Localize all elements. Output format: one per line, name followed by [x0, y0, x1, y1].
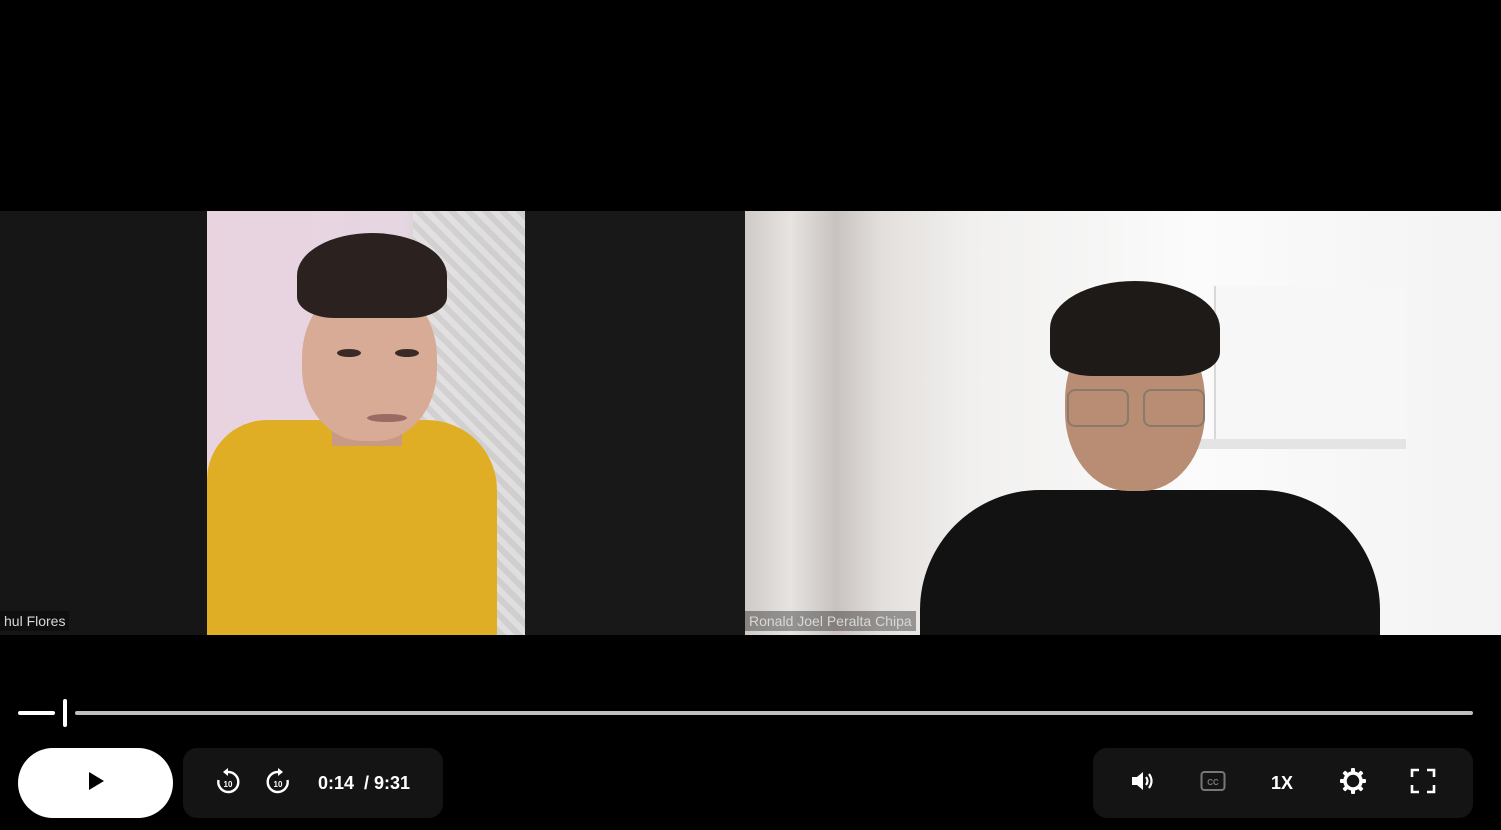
captions-icon: CC — [1200, 770, 1226, 797]
background-cabinet — [1214, 286, 1406, 446]
participant-hair — [1050, 281, 1220, 376]
playback-controls-right: CC 1X — [1093, 748, 1473, 818]
participant-name-label: hul Flores — [0, 611, 70, 631]
progress-track[interactable] — [75, 711, 1473, 715]
rewind-10-icon: 10 — [215, 767, 241, 800]
duration: / 9:31 — [364, 772, 411, 793]
playback-speed-button[interactable]: 1X — [1262, 748, 1302, 818]
participant-mouth — [367, 414, 407, 422]
svg-text:CC: CC — [1207, 778, 1219, 787]
glasses-lens-left — [1067, 389, 1129, 427]
captions-button[interactable]: CC — [1193, 748, 1233, 818]
progress-thumb[interactable] — [63, 699, 67, 727]
rewind-10-button[interactable]: 10 — [208, 748, 248, 818]
play-button[interactable] — [18, 748, 173, 818]
participant-shirt — [207, 420, 497, 635]
forward-10-button[interactable]: 10 — [258, 748, 298, 818]
gear-icon — [1339, 767, 1367, 800]
participant-name-label: Ronald Joel Peralta Chipa — [745, 611, 916, 631]
volume-icon — [1130, 769, 1156, 798]
video-gap — [525, 211, 745, 635]
fullscreen-button[interactable] — [1403, 748, 1443, 818]
volume-button[interactable] — [1123, 748, 1163, 818]
video-stage[interactable]: hul Flores Ronald Joel Peralta Chipa — [0, 211, 1501, 635]
participant-hair — [297, 233, 447, 318]
settings-button[interactable] — [1333, 748, 1373, 818]
participant-video-1 — [207, 211, 525, 635]
current-time: 0:14 — [318, 772, 355, 793]
svg-text:10: 10 — [224, 780, 233, 789]
svg-text:10: 10 — [274, 780, 283, 789]
forward-10-icon: 10 — [265, 767, 291, 800]
glasses-lens-right — [1143, 389, 1205, 427]
progress-bar[interactable] — [18, 699, 1473, 727]
participant-shirt — [920, 490, 1380, 635]
progress-played — [18, 711, 55, 715]
fullscreen-icon — [1410, 768, 1436, 799]
participant-eye-right — [395, 349, 419, 357]
participant-video-2 — [745, 211, 1501, 635]
playback-controls-left: 10 10 0:14 / 9:31 — [183, 748, 443, 818]
play-icon — [86, 770, 106, 797]
video-tile-left-background — [0, 211, 207, 635]
participant-eye-left — [337, 349, 361, 357]
